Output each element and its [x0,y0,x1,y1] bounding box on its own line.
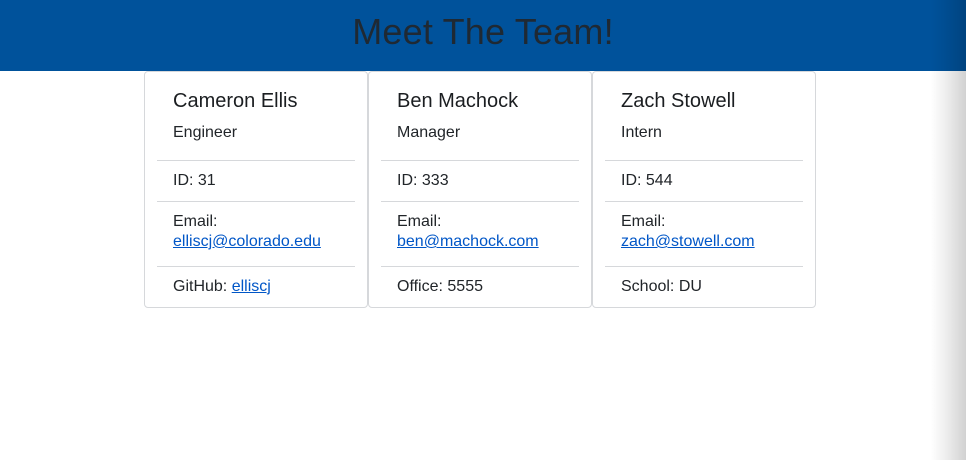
office-label: Office: [397,278,443,295]
card-header: Zach Stowell Intern [593,72,815,143]
github-link[interactable]: elliscj [232,278,271,295]
member-id: ID: 31 [157,160,355,201]
office-number: 5555 [447,278,483,295]
member-email-row: Email: zach@stowell.com [605,201,803,266]
team-card-intern: Zach Stowell Intern ID: 544 Email: zach@… [592,71,816,308]
school-name: DU [678,278,702,295]
member-id: ID: 544 [605,160,803,201]
team-page: Meet The Team! Cameron Ellis Engineer ID… [0,0,966,460]
github-label: GitHub: [173,278,228,295]
member-role: Intern [621,124,662,141]
member-role: Manager [397,124,461,141]
team-cards: Cameron Ellis Engineer ID: 31 Email: ell… [144,71,816,308]
school-label: School: [621,278,675,295]
member-office-row: Office: 5555 [381,266,579,306]
member-email-row: Email: ben@machock.com [381,201,579,266]
member-details: ID: 31 Email: elliscj@colorado.edu GitHu… [157,160,355,306]
member-id: ID: 333 [381,160,579,201]
team-card-engineer: Cameron Ellis Engineer ID: 31 Email: ell… [144,71,368,308]
member-school-row: School: DU [605,266,803,306]
member-details: ID: 544 Email: zach@stowell.com School: … [605,160,803,306]
email-label: Email: [173,213,218,230]
email-label: Email: [621,213,666,230]
member-details: ID: 333 Email: ben@machock.com Office: 5… [381,160,579,306]
email-label: Email: [397,213,442,230]
page-header: Meet The Team! [0,0,966,71]
member-name: Zach Stowell [621,90,736,112]
card-header: Cameron Ellis Engineer [145,72,367,143]
member-role: Engineer [173,124,238,141]
email-link[interactable]: ben@machock.com [397,233,539,250]
email-link[interactable]: elliscj@colorado.edu [173,233,321,250]
member-github-row: GitHub: elliscj [157,266,355,306]
email-link[interactable]: zach@stowell.com [621,233,755,250]
member-name: Ben Machock [397,90,519,112]
team-card-manager: Ben Machock Manager ID: 333 Email: ben@m… [368,71,592,308]
member-email-row: Email: elliscj@colorado.edu [157,201,355,266]
card-header: Ben Machock Manager [369,72,591,143]
page-title: Meet The Team! [352,11,614,52]
member-name: Cameron Ellis [173,90,298,112]
